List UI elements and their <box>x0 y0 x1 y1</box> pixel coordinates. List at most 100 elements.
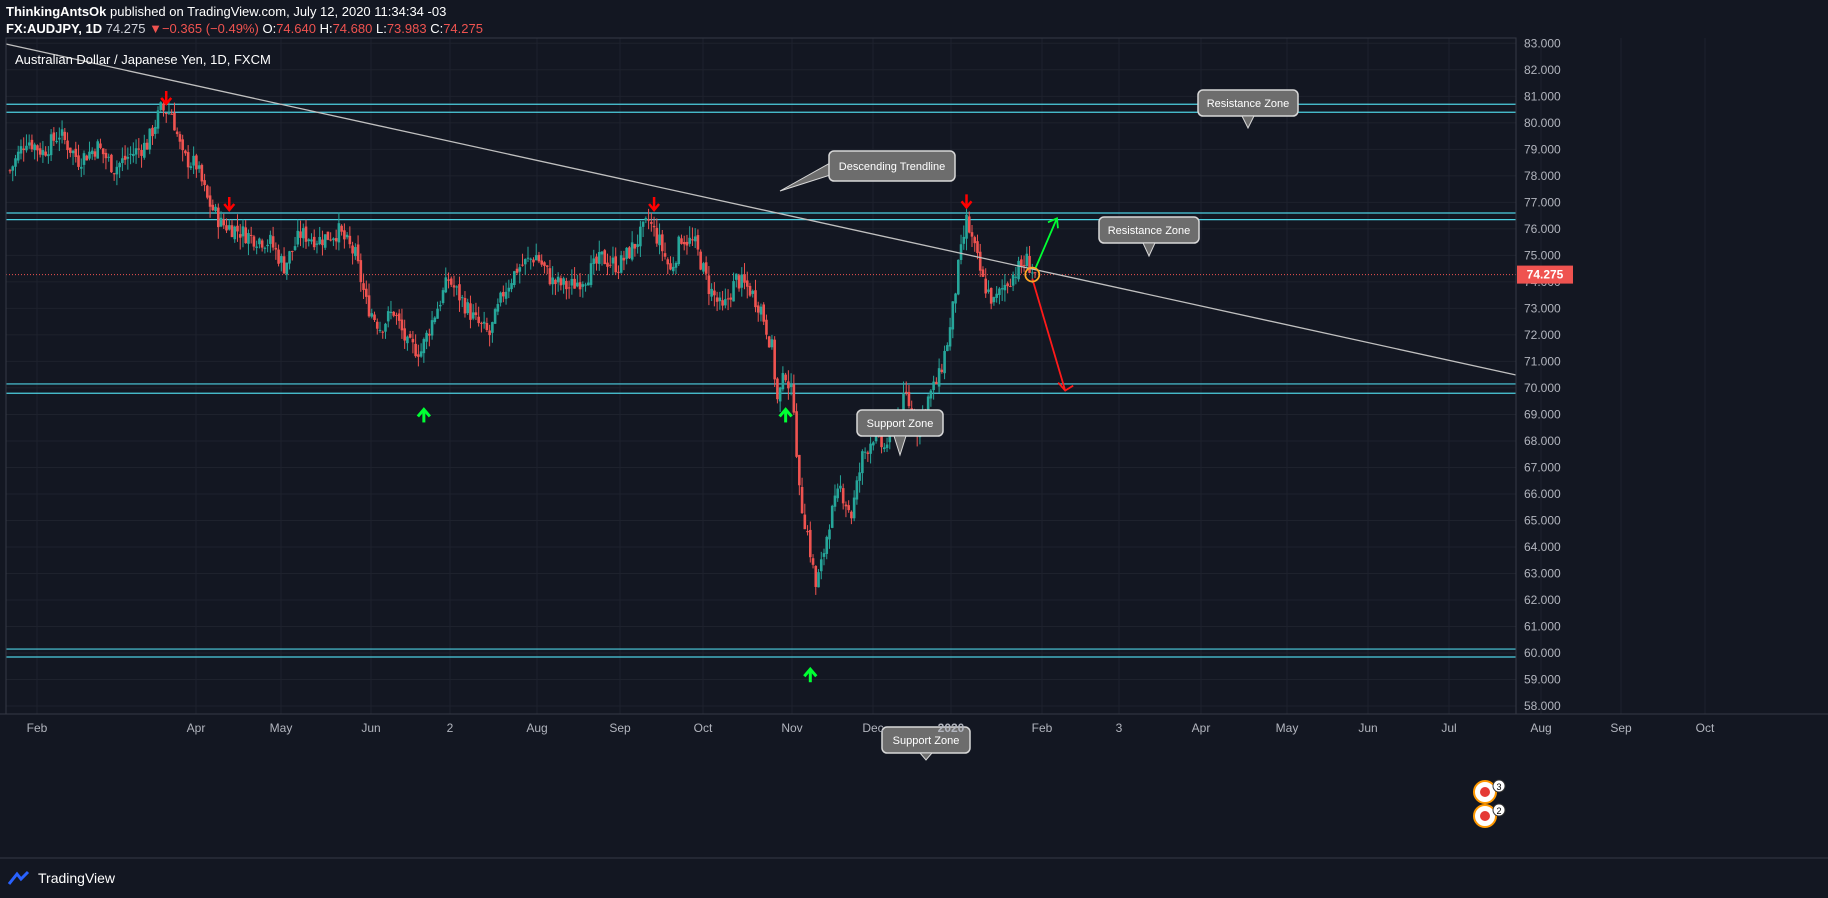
candle-body <box>373 314 376 321</box>
candle-body <box>403 328 406 341</box>
candle-body <box>36 145 39 151</box>
candle-body <box>792 384 796 413</box>
candle-body <box>367 295 371 317</box>
candle-body <box>844 504 848 507</box>
candle-body <box>808 529 812 558</box>
candle-body <box>458 284 461 301</box>
candle-body <box>1006 283 1009 287</box>
candle-body <box>833 495 837 507</box>
x-tick-label: May <box>1276 721 1299 735</box>
candle-body <box>79 166 83 169</box>
candle-body <box>140 149 143 156</box>
x-tick-label: Oct <box>694 721 713 735</box>
zone-lines <box>6 103 1516 658</box>
candle-body <box>929 390 933 399</box>
candle-body <box>778 387 782 402</box>
y-tick-label: 76.000 <box>1524 222 1561 236</box>
zone-callouts[interactable]: Resistance Zone Resistance Zone Support Zo… <box>779 89 1506 828</box>
candle-body <box>417 354 420 357</box>
candle-body <box>650 222 653 224</box>
candle-body <box>258 238 261 245</box>
x-tick-label: Feb <box>27 721 48 735</box>
callout-pointer <box>893 435 907 457</box>
candle-body <box>814 565 818 587</box>
candle-body <box>148 128 152 150</box>
y-tick-label: 64.000 <box>1524 540 1561 554</box>
candle-body <box>25 145 28 151</box>
candle-body <box>142 142 146 158</box>
tradingview-logo-icon <box>8 870 30 885</box>
candle-body <box>756 305 760 313</box>
candle-body <box>277 249 280 264</box>
candle-body <box>162 103 165 111</box>
candle-body <box>460 297 464 299</box>
candle-body <box>611 257 615 264</box>
y-tick-label: 60.000 <box>1524 646 1561 660</box>
candle-body <box>164 113 168 115</box>
callout-label: Support Zone <box>893 735 960 747</box>
price-chart[interactable]: Resistance Zone Resistance Zone Support Zo… <box>0 0 1828 898</box>
candle-body <box>858 472 861 481</box>
candle-body <box>318 236 322 245</box>
candle-body <box>11 166 15 171</box>
candle-body <box>71 150 75 154</box>
candle-body <box>600 251 604 255</box>
candle-body <box>625 247 628 259</box>
candle-body <box>660 234 664 252</box>
candle-body <box>189 166 193 169</box>
candle-body <box>101 148 105 155</box>
candle-body <box>562 278 565 285</box>
y-tick-label: 77.000 <box>1524 195 1561 209</box>
candle-body <box>617 271 620 273</box>
x-tick-label: 2 <box>447 721 454 735</box>
candle-body <box>499 292 502 303</box>
candle-body <box>715 297 719 302</box>
candle-body <box>49 134 53 156</box>
candle-body <box>1030 272 1034 274</box>
candle-body <box>702 263 705 272</box>
candle-body <box>707 275 711 295</box>
projection-arrows[interactable] <box>1024 216 1074 392</box>
candle-body <box>30 139 34 150</box>
candle-body <box>386 311 390 322</box>
candle-body <box>381 331 385 333</box>
candle-body <box>1033 272 1037 274</box>
candle-body <box>543 262 546 266</box>
candle-body <box>850 511 853 519</box>
candle-body <box>126 156 130 159</box>
candle-body <box>491 322 494 333</box>
candle-body <box>630 242 634 260</box>
candle-body <box>1017 260 1020 280</box>
candle-body <box>776 378 779 400</box>
plot-frame <box>5 37 1517 715</box>
candle-body <box>639 226 642 247</box>
candle-body <box>830 505 834 528</box>
candle-body <box>855 480 859 500</box>
candle-body <box>203 180 206 186</box>
candle-body <box>301 228 305 239</box>
candle-body <box>63 131 67 140</box>
y-tick-label: 82.000 <box>1524 63 1561 77</box>
candle-body <box>904 391 908 393</box>
candle-body <box>22 148 26 151</box>
candle-body <box>112 173 116 175</box>
candle-body <box>173 112 176 131</box>
candle-body <box>948 327 952 347</box>
candle-body <box>477 316 480 324</box>
event-badge-icon: 3 <box>1473 779 1506 804</box>
candle-body <box>269 234 272 244</box>
candle-body <box>52 132 56 141</box>
candle-body <box>449 278 453 285</box>
candle-body <box>323 234 327 248</box>
x-tick-label: Oct <box>1696 721 1715 735</box>
candle-body <box>956 259 960 295</box>
candle-body <box>384 323 387 332</box>
x-tick-label: Jun <box>1358 721 1377 735</box>
candle-body <box>545 265 549 267</box>
candle-body <box>282 256 286 274</box>
candle-body <box>754 290 757 308</box>
candle-body <box>592 258 596 264</box>
candle-body <box>496 304 500 312</box>
candle-body <box>998 288 1001 296</box>
tradingview-footer[interactable]: TradingView <box>8 867 115 889</box>
